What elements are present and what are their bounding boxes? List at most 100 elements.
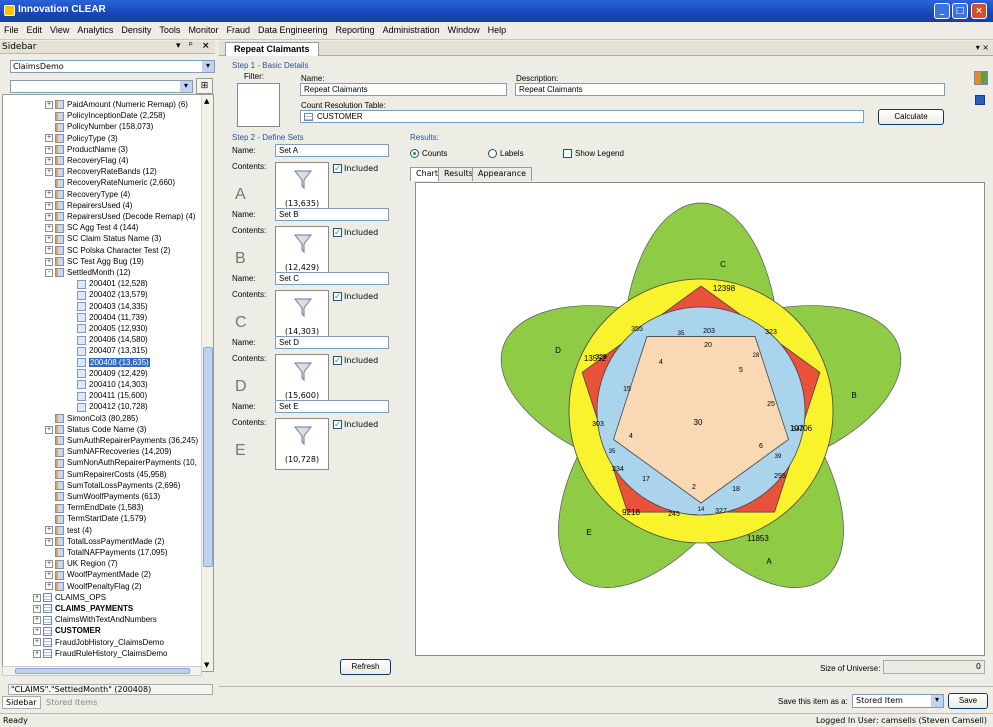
set-name-field[interactable]: Set A <box>275 144 389 157</box>
new-item-icon[interactable]: ⊞ <box>196 78 213 94</box>
menu-item-help[interactable]: Help <box>484 22 511 35</box>
calculate-button[interactable]: Calculate <box>878 109 944 125</box>
set-contents-box[interactable]: (10,728) <box>275 418 329 470</box>
tree-item[interactable]: + SC Polska Character Test (2) <box>45 245 170 257</box>
sidebar-tree[interactable]: ▲ ▼ + PaidAmount (Numeric Remap) (6) Polic… <box>2 94 214 672</box>
minimize-button[interactable]: _ <box>934 3 950 19</box>
expand-icon[interactable]: + <box>33 627 41 636</box>
tab-stored-items[interactable]: Stored Items <box>43 697 100 708</box>
tree-item[interactable]: + PaidAmount (Numeric Remap) (6) <box>45 99 188 111</box>
included-checkbox[interactable]: ✓ Included <box>333 164 378 173</box>
expand-icon[interactable]: + <box>45 560 53 569</box>
tree-item[interactable]: PolicyInceptionDate (2,258) <box>45 110 165 122</box>
menu-item-monitor[interactable]: Monitor <box>184 22 222 35</box>
tree-item[interactable]: 200401 (12,528) <box>67 278 148 290</box>
counts-radio[interactable]: Counts <box>410 149 447 159</box>
show-legend-checkbox[interactable]: Show Legend <box>563 149 624 159</box>
name-field[interactable]: Repeat Claimants <box>300 83 507 96</box>
refresh-button[interactable]: Refresh <box>340 659 391 675</box>
tree-item[interactable]: + test (4) <box>45 525 92 537</box>
expand-icon[interactable]: + <box>45 224 53 233</box>
expand-icon[interactable]: + <box>45 145 53 154</box>
expand-icon[interactable]: + <box>45 100 53 109</box>
expand-icon[interactable]: + <box>45 156 53 165</box>
expand-icon[interactable]: + <box>45 212 53 221</box>
menu-item-analytics[interactable]: Analytics <box>73 22 117 35</box>
tree-item[interactable]: + WoolfPenaltyFlag (2) <box>45 581 142 593</box>
pin-icon[interactable]: ᵖ <box>189 41 193 51</box>
tree-item[interactable]: SumAuthRepairerPayments (36,245) <box>45 435 198 447</box>
tree-item[interactable]: + TotalLossPaymentMade (2) <box>45 536 164 548</box>
expand-icon[interactable]: + <box>45 190 53 199</box>
expand-icon[interactable]: + <box>45 235 53 244</box>
expand-icon[interactable]: + <box>45 526 53 535</box>
save-icon[interactable] <box>975 95 985 105</box>
set-contents-box[interactable]: (14,303) <box>275 290 329 342</box>
expand-icon[interactable]: + <box>45 425 53 434</box>
count-table-field[interactable]: CUSTOMER <box>300 110 864 123</box>
close-button[interactable]: × <box>971 3 987 19</box>
tree-item[interactable]: PolicyNumber (158,073) <box>45 121 153 133</box>
tree-item[interactable]: + WoolfPaymentMade (2) <box>45 569 151 581</box>
tree-hscrollbar[interactable] <box>2 666 202 676</box>
menu-item-file[interactable]: File <box>0 22 23 35</box>
collapse-icon[interactable]: - <box>45 268 53 277</box>
add-chart-icon[interactable] <box>974 71 988 85</box>
expand-icon[interactable]: + <box>45 582 53 591</box>
tree-item[interactable]: 200408 (13,635) <box>67 357 150 369</box>
scroll-up-icon[interactable]: ▲ <box>204 97 209 105</box>
tree-item[interactable]: + SC Test Agg Bug (19) <box>45 256 144 268</box>
tree-item[interactable]: SumRepairerCosts (45,958) <box>45 469 167 481</box>
menu-item-administration[interactable]: Administration <box>379 22 444 35</box>
save-type-select[interactable]: Stored Item ▾ <box>852 694 944 708</box>
chevron-down-icon[interactable]: ▾ <box>180 81 192 92</box>
chevron-down-icon[interactable]: ▾ <box>176 41 181 51</box>
tree-item[interactable]: TotalNAFPayments (17,095) <box>45 547 168 559</box>
tree-item[interactable]: + CUSTOMER <box>33 625 101 637</box>
menu-item-tools[interactable]: Tools <box>155 22 184 35</box>
menu-item-density[interactable]: Density <box>117 22 155 35</box>
set-contents-box[interactable]: (12,429) <box>275 226 329 278</box>
tree-item[interactable]: SimonCol3 (80,285) <box>45 413 138 425</box>
scrollbar-thumb[interactable] <box>203 347 213 567</box>
tree-item[interactable]: + ClaimsWithTextAndNumbers <box>33 614 157 626</box>
tree-item[interactable]: - SettledMonth (12) <box>45 267 131 279</box>
dataset-select[interactable]: ClaimsDemo ▾ <box>10 60 215 73</box>
included-checkbox[interactable]: ✓ Included <box>333 228 378 237</box>
tree-item[interactable]: RecoveryRateNumeric (2,660) <box>45 177 175 189</box>
menu-item-data-engineering[interactable]: Data Engineering <box>254 22 332 35</box>
tree-item[interactable]: 200407 (13,315) <box>67 345 148 357</box>
tree-item[interactable]: 200402 (13,579) <box>67 289 148 301</box>
close-icon[interactable]: × <box>202 41 210 51</box>
expand-icon[interactable]: + <box>33 604 41 613</box>
tree-item[interactable]: + RecoveryRateBands (12) <box>45 166 157 178</box>
tree-item[interactable]: + UK Region (7) <box>45 558 118 570</box>
tree-item[interactable]: 200412 (10,728) <box>67 401 148 413</box>
set-contents-box[interactable]: (13,635) <box>275 162 329 214</box>
tab-appearance[interactable]: Appearance <box>472 167 533 181</box>
tree-item[interactable]: 200410 (14,303) <box>67 379 148 391</box>
filter-box[interactable] <box>237 83 280 127</box>
tree-item[interactable]: + FraudJobHistory_ClaimsDemo <box>33 637 164 649</box>
tree-item[interactable]: SumNonAuthRepairerPayments (10, <box>45 457 197 469</box>
expand-icon[interactable]: + <box>45 257 53 266</box>
tree-item[interactable]: + CLAIMS_OPS <box>33 592 106 604</box>
set-name-field[interactable]: Set E <box>275 400 389 413</box>
expand-icon[interactable]: + <box>45 246 53 255</box>
menu-item-reporting[interactable]: Reporting <box>332 22 379 35</box>
tree-item[interactable]: 200405 (12,930) <box>67 323 148 335</box>
included-checkbox[interactable]: ✓ Included <box>333 292 378 301</box>
tree-item[interactable]: + RepairersUsed (Decode Remap) (4) <box>45 211 196 223</box>
tree-item[interactable]: 200403 (14,335) <box>67 301 148 313</box>
expand-icon[interactable]: + <box>33 638 41 647</box>
tree-item[interactable]: SumWoolfPayments (613) <box>45 491 160 503</box>
expand-icon[interactable]: + <box>45 134 53 143</box>
included-checkbox[interactable]: ✓ Included <box>333 420 378 429</box>
tree-item[interactable]: 200409 (12,429) <box>67 368 148 380</box>
menu-item-view[interactable]: View <box>46 22 73 35</box>
hscroll-thumb[interactable] <box>15 668 190 674</box>
expand-icon[interactable]: + <box>33 649 41 658</box>
chevron-down-icon[interactable]: ▾ × <box>976 43 989 52</box>
maximize-button[interactable]: □ <box>952 3 968 19</box>
tree-item[interactable]: 200411 (15,600) <box>67 390 147 402</box>
